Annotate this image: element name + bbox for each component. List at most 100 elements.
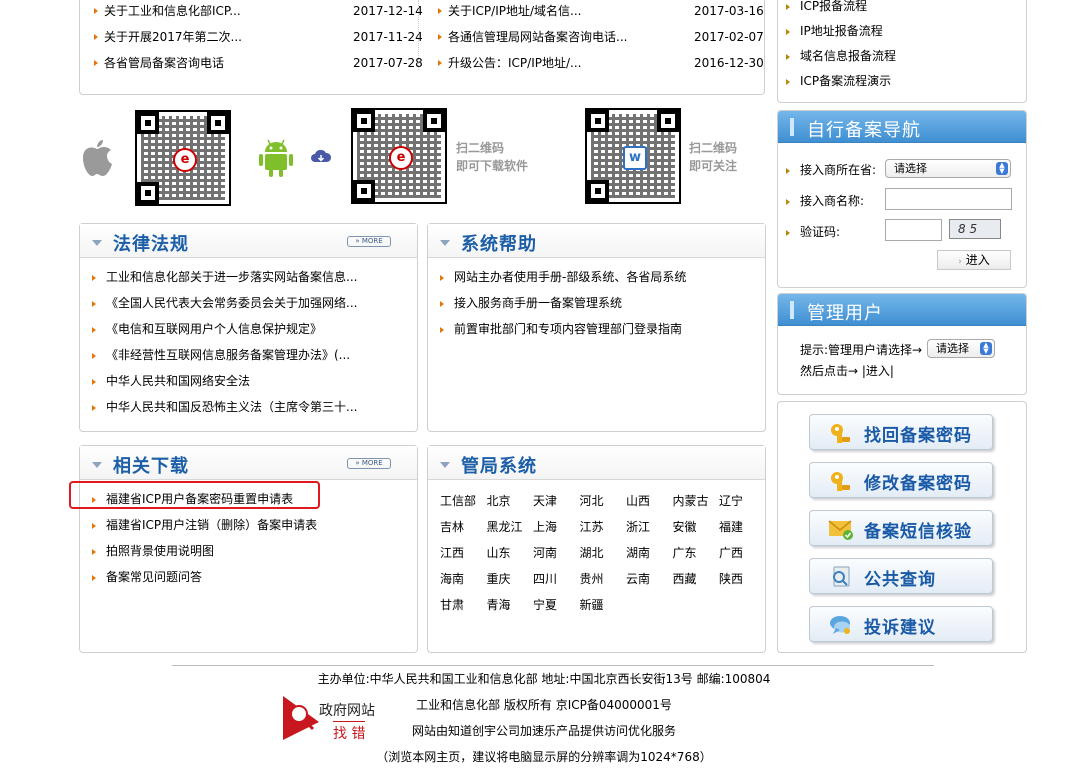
bureau-city-link[interactable]: 北京 [487, 488, 534, 514]
isp-province-select[interactable]: 请选择 ▲ ▼ [885, 159, 1011, 178]
arrow-icon [786, 229, 790, 236]
sms-verify-button[interactable]: 备案短信核验 [809, 510, 993, 546]
bureau-city-link[interactable]: 陕西 [719, 566, 766, 592]
bureau-city-link[interactable]: 黑龙江 [487, 514, 534, 540]
footer-line2: 工业和信息化部 版权所有 京ICP备04000001号 [416, 698, 672, 712]
arrow-icon [786, 198, 790, 205]
bureau-city-link[interactable]: 贵州 [580, 566, 627, 592]
manage-user-box: 管理用户 提示:管理用户请选择→ 请选择 ▲ ▼ 然后点击→ |进入| [777, 293, 1027, 395]
bureau-city-link[interactable]: 浙江 [626, 514, 673, 540]
arrow-icon [440, 274, 444, 281]
retrieve-password-button[interactable]: 找回备案密码 [809, 414, 993, 450]
apple-icon[interactable] [80, 138, 114, 178]
list-item[interactable]: 《非经营性互联网信息服务备案管理办法》(... [92, 342, 357, 368]
bureau-city-link[interactable]: 吉林 [440, 514, 487, 540]
change-password-button[interactable]: 修改备案密码 [809, 462, 993, 498]
captcha-input[interactable] [885, 219, 942, 241]
bureau-city-link[interactable]: 天津 [533, 488, 580, 514]
arrow-icon [786, 53, 790, 60]
bureau-city-link[interactable]: 四川 [533, 566, 580, 592]
list-item[interactable]: 中华人民共和国网络安全法 [92, 368, 357, 394]
key-icon [831, 424, 850, 443]
bureau-city-link[interactable]: 新疆 [580, 592, 627, 618]
bureau-city-link[interactable]: 内蒙古 [673, 488, 720, 514]
bureau-city-link[interactable]: 安徽 [673, 514, 720, 540]
bureau-city-link[interactable]: 西藏 [673, 566, 720, 592]
flow-link[interactable]: IP地址报备流程 [786, 19, 896, 44]
arrow-icon [92, 404, 96, 411]
bureau-city-link[interactable]: 云南 [626, 566, 673, 592]
bureau-city-link[interactable]: 辽宁 [719, 488, 766, 514]
triangle-icon [92, 462, 102, 468]
qr-code-android: e [351, 108, 447, 204]
bureau-city-link[interactable]: 上海 [533, 514, 580, 540]
isp-name-input[interactable] [885, 188, 1012, 210]
arrow-icon [438, 60, 442, 66]
bureau-city-link[interactable]: 青海 [487, 592, 534, 618]
triangle-icon [440, 240, 450, 246]
arrow-icon [92, 378, 96, 385]
list-item[interactable]: 中华人民共和国反恐怖主义法（主席令第三十... [92, 394, 357, 420]
bureau-city-link[interactable]: 江西 [440, 540, 487, 566]
chevron-updown-icon: ▲ ▼ [996, 162, 1008, 175]
bureau-city-link[interactable]: 宁夏 [533, 592, 580, 618]
bureau-city-link[interactable]: 山西 [626, 488, 673, 514]
news-item[interactable]: 各省管局备案咨询电话 2017-07-28 [80, 50, 423, 76]
flow-link[interactable]: 域名信息报备流程 [786, 44, 896, 69]
public-query-button[interactable]: 公共查询 [809, 558, 993, 594]
bureau-city-link[interactable]: 湖南 [626, 540, 673, 566]
list-item[interactable]: 《电信和互联网用户个人信息保护规定》 [92, 316, 357, 342]
section-header: 系统帮助 [428, 224, 765, 258]
news-item[interactable]: 各通信管理局网站备案咨询电话... 2017-02-07 [424, 24, 764, 50]
bureau-city-link[interactable]: 广东 [673, 540, 720, 566]
news-item[interactable]: 关于工业和信息化部ICP... 2017-12-14 [80, 0, 423, 24]
complaint-button[interactable]: 投诉建议 [809, 606, 993, 642]
more-button[interactable]: » MORE [347, 236, 391, 247]
bureau-city-link[interactable]: 山东 [487, 540, 534, 566]
section-title: 相关下载 [113, 456, 189, 477]
bureau-city-link[interactable]: 福建 [719, 514, 766, 540]
news-item[interactable]: 关于ICP/IP地址/域名信... 2017-03-16 [424, 0, 764, 24]
highlight-box [69, 481, 320, 509]
more-button[interactable]: » MORE [347, 458, 391, 469]
news-list-right: 关于ICP/IP地址/域名信... 2017-03-16 各通信管理局网站备案咨询… [424, 0, 764, 76]
news-item[interactable]: 关于开展2017年第二次... 2017-11-24 [80, 24, 423, 50]
list-item[interactable]: 前置审批部门和专项内容管理部门登录指南 [440, 316, 686, 342]
bureau-city-link[interactable]: 河南 [533, 540, 580, 566]
section-title: 管局系统 [461, 456, 537, 477]
arrow-icon [92, 574, 96, 581]
key-icon [831, 472, 850, 491]
bureau-city-link[interactable]: 湖北 [580, 540, 627, 566]
android-icon[interactable] [257, 136, 295, 178]
list-item[interactable]: 拍照背景使用说明图 [92, 538, 317, 564]
arrow-icon [438, 34, 442, 40]
list-item[interactable]: 《全国人民代表大会常务委员会关于加强网络... [92, 290, 357, 316]
isp-name-row: 接入商名称: [786, 192, 864, 209]
enter-button[interactable]: › 进入 [937, 250, 1011, 270]
list-item[interactable]: 备案常见问题问答 [92, 564, 317, 590]
bureau-city-link[interactable]: 工信部 [440, 488, 487, 514]
bureau-city-link[interactable]: 广西 [719, 540, 766, 566]
manage-title: 管理用户 [807, 303, 883, 324]
captcha-image[interactable]: 8 5 [949, 219, 1001, 239]
bureau-city-link[interactable]: 海南 [440, 566, 487, 592]
flow-link[interactable]: ICP备案流程演示 [786, 69, 896, 94]
flow-link[interactable]: ICP报备流程 [786, 0, 896, 19]
cloud-download-icon[interactable] [310, 148, 332, 164]
bureau-city-link[interactable]: 江苏 [580, 514, 627, 540]
bureau-city-link[interactable]: 河北 [580, 488, 627, 514]
manage-select[interactable]: 请选择 ▲ ▼ [927, 339, 995, 358]
list-item[interactable]: 网站主办者使用手册-部级系统、各省局系统 [440, 264, 686, 290]
chat-icon [830, 616, 850, 634]
news-item[interactable]: 升级公告：ICP/IP地址/... 2016-12-30 [424, 50, 764, 76]
bureau-city-link[interactable]: 重庆 [487, 566, 534, 592]
list-item[interactable]: 工业和信息化部关于进一步落实网站备案信息... [92, 264, 357, 290]
gov-error-report-logo[interactable]: 政府网站 找 错 [283, 696, 383, 742]
list-item[interactable]: 接入服务商手册一备案管理系统 [440, 290, 686, 316]
help-list: 网站主办者使用手册-部级系统、各省局系统 接入服务商手册一备案管理系统 前置审批… [440, 264, 686, 342]
list-item[interactable]: 福建省ICP用户注销（删除）备案申请表 [92, 512, 317, 538]
bureau-city-link[interactable]: 甘肃 [440, 592, 487, 618]
news-box: 关于工业和信息化部ICP... 2017-12-14 关于开展2017年第二次..… [79, 0, 765, 95]
qr-code-follow: w [585, 108, 681, 204]
qr-download-caption: 扫二维码 即可下载软件 [456, 141, 529, 173]
